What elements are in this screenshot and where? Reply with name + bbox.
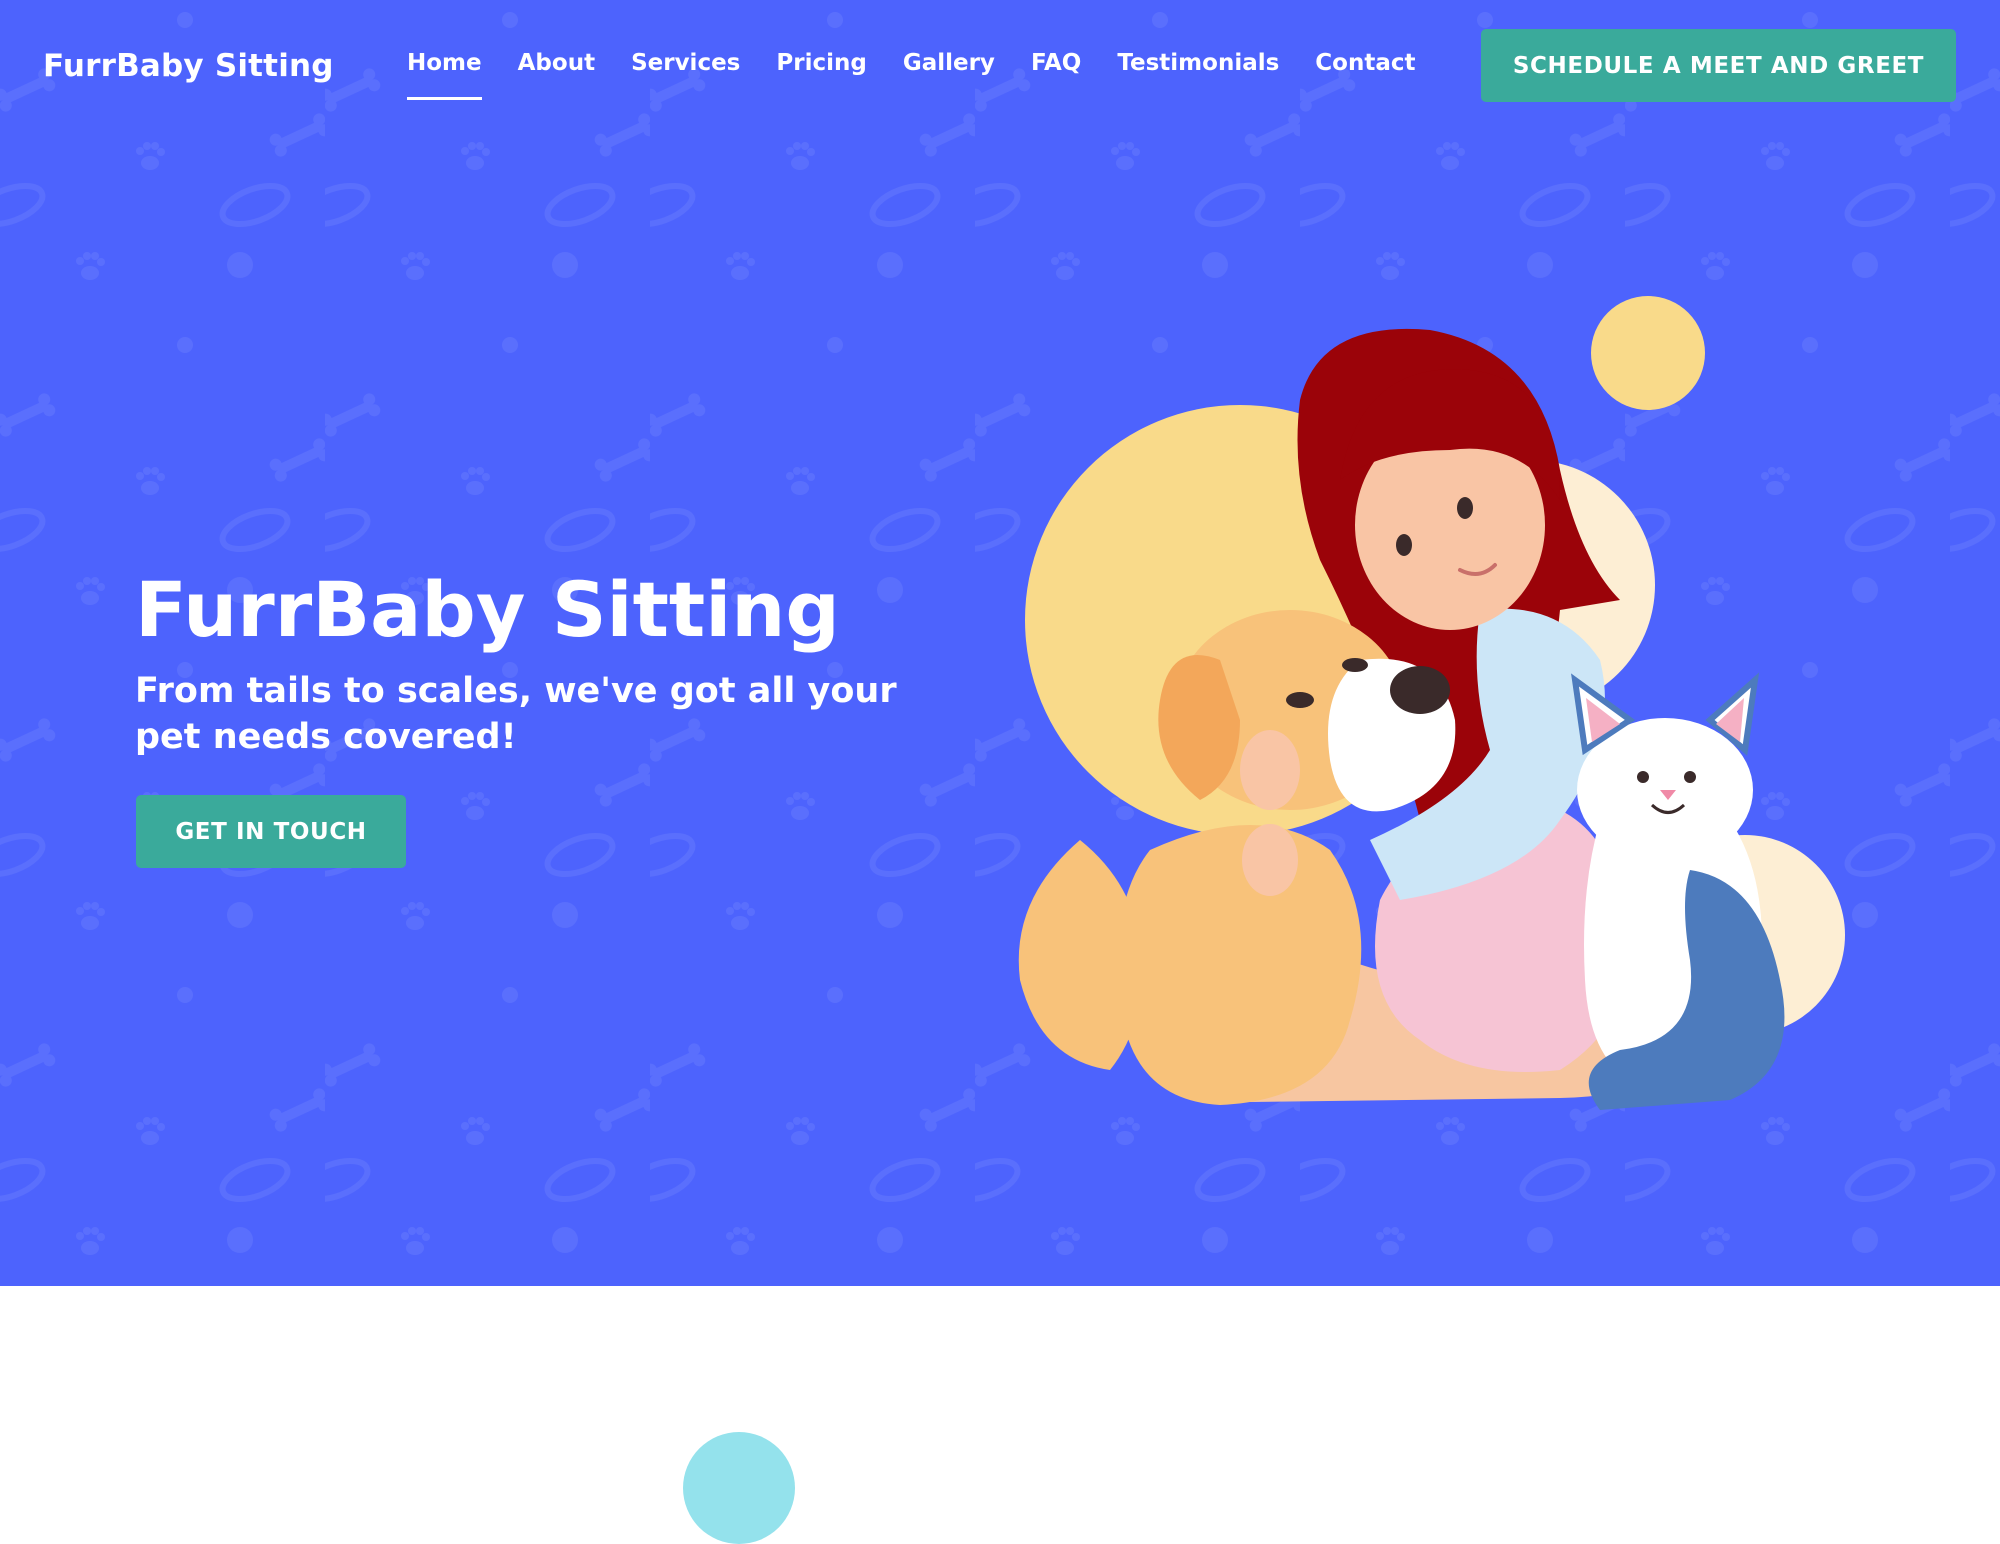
hero-title: FurrBaby Sitting: [135, 565, 840, 654]
decorative-circle: [683, 1432, 795, 1544]
nav-item-contact[interactable]: Contact: [1315, 50, 1415, 90]
nav-item-services[interactable]: Services: [631, 50, 740, 90]
woman-eye-right: [1457, 497, 1473, 519]
woman-hand-2: [1242, 824, 1298, 896]
cat-eye-right: [1684, 771, 1696, 783]
nav-item-testimonials[interactable]: Testimonials: [1117, 50, 1279, 90]
dog-body: [1118, 825, 1362, 1105]
yellow-circle-small: [1591, 296, 1705, 410]
dog-eye-2: [1342, 658, 1368, 672]
hero-section: FurrBaby Sitting Home About Services Pri…: [0, 0, 2000, 1286]
main-nav: Home About Services Pricing Gallery FAQ …: [407, 50, 1452, 100]
cat-eye-left: [1637, 771, 1649, 783]
nav-item-about[interactable]: About: [518, 50, 595, 90]
nav-item-faq[interactable]: FAQ: [1031, 50, 1081, 90]
woman-hugging-dog-and-cat-illustration: [1018, 296, 1845, 1110]
nav-item-pricing[interactable]: Pricing: [776, 50, 866, 90]
schedule-meet-and-greet-button[interactable]: SCHEDULE A MEET AND GREET: [1481, 29, 1956, 102]
dog-eye: [1286, 692, 1314, 708]
nav-item-home[interactable]: Home: [407, 50, 482, 100]
brand-logo-text[interactable]: FurrBaby Sitting: [43, 48, 334, 84]
woman-hand: [1240, 730, 1300, 810]
get-in-touch-button[interactable]: GET IN TOUCH: [136, 795, 406, 868]
dog-nose: [1390, 666, 1450, 714]
nav-item-gallery[interactable]: Gallery: [903, 50, 995, 90]
hero-subtitle: From tails to scales, we've got all your…: [135, 671, 897, 757]
woman-eye-left: [1396, 534, 1412, 556]
